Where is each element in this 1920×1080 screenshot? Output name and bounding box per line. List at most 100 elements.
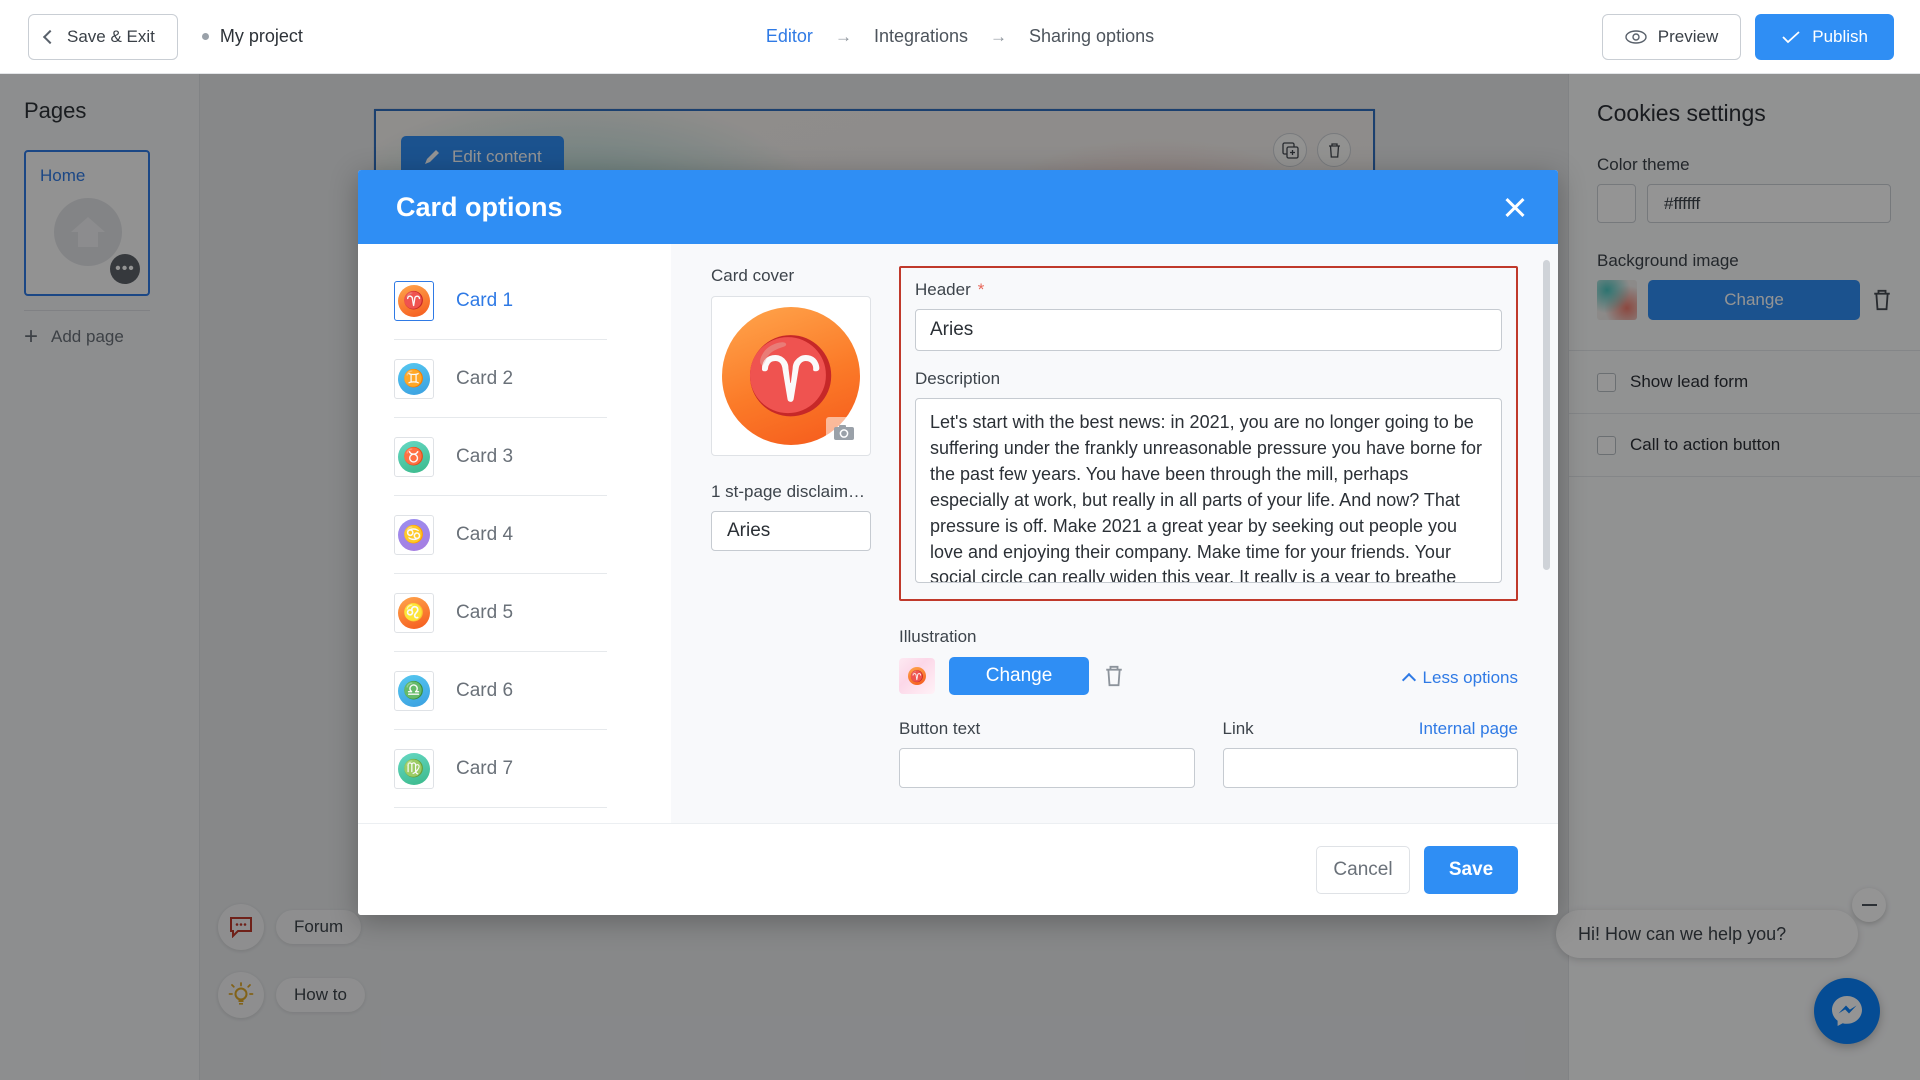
- illustration-change-button[interactable]: Change: [949, 657, 1089, 695]
- save-and-exit-button[interactable]: Save & Exit: [28, 13, 178, 60]
- card-list-item-8[interactable]: ♏ Card 8: [394, 808, 643, 823]
- panel-title: Cookies settings: [1597, 100, 1766, 126]
- top-bar: Save & Exit My project Editor → Integrat…: [0, 0, 1920, 74]
- color-swatch[interactable]: [1597, 184, 1636, 223]
- breadcrumb-arrow-icon: →: [990, 26, 1007, 46]
- illustration-label: Illustration: [899, 627, 977, 646]
- preview-button[interactable]: Preview: [1601, 14, 1742, 60]
- breadcrumb-arrow-icon: →: [834, 26, 852, 46]
- card-options-modal: Card options ♈ Card 1 ♊ Card 2 ♉ Card 3 …: [358, 170, 1558, 915]
- zodiac-icon: ♍: [398, 752, 430, 785]
- plus-icon: +: [24, 323, 39, 351]
- checkbox-icon: [1597, 435, 1616, 455]
- illustration-row: ♈ Change Less options: [899, 657, 1518, 695]
- card-cover-label: Card cover: [711, 266, 795, 285]
- breadcrumb-item-sharing-options[interactable]: Sharing options: [1029, 26, 1154, 47]
- button-text-input[interactable]: [899, 748, 1195, 788]
- card-list: ♈ Card 1 ♊ Card 2 ♉ Card 3 ♋ Card 4 ♌ Ca…: [394, 244, 643, 823]
- delete-illustration-icon[interactable]: [1103, 664, 1125, 688]
- how-to-icon-wrap[interactable]: [218, 972, 264, 1018]
- how-to-label[interactable]: How to: [276, 978, 365, 1012]
- project-name[interactable]: My project: [201, 26, 303, 47]
- header-description-group: Header * Aries Description Let's start w…: [899, 266, 1518, 601]
- call-to-action-label: Call to action button: [1630, 435, 1781, 454]
- card-list-item-1[interactable]: ♈ Card 1: [394, 262, 643, 339]
- zodiac-icon: ♎: [398, 674, 430, 707]
- button-link-row: Button text Link Internal page: [899, 719, 1518, 788]
- breadcrumb-item-editor[interactable]: Editor: [766, 26, 813, 47]
- show-lead-form-label: Show lead form: [1630, 372, 1749, 391]
- messenger-icon: [1832, 996, 1862, 1026]
- page-thumbnail-home[interactable]: Home •••: [24, 150, 150, 296]
- required-asterisk: *: [977, 280, 985, 299]
- form-scrollbar[interactable]: [1543, 260, 1550, 570]
- forum-label[interactable]: Forum: [276, 910, 362, 944]
- card-list-item-label: Card 6: [456, 679, 514, 701]
- zodiac-icon: ♉: [398, 440, 430, 473]
- delete-icon[interactable]: [1317, 133, 1351, 167]
- card-cover-column: Card cover ♈ 1 st-page disclaim… Aries: [711, 266, 871, 823]
- pencil-icon: [425, 150, 439, 164]
- forum-button[interactable]: Forum: [218, 904, 365, 950]
- link-input[interactable]: [1222, 748, 1518, 788]
- illustration-thumbnail[interactable]: ♈: [899, 658, 935, 694]
- card-list-item-5[interactable]: ♌ Card 5: [394, 574, 643, 651]
- messenger-fab-button[interactable]: [1814, 978, 1880, 1044]
- add-page-button[interactable]: + Add page: [24, 323, 199, 351]
- cancel-button[interactable]: Cancel: [1316, 845, 1410, 894]
- card-list-item-4[interactable]: ♋ Card 4: [394, 496, 643, 573]
- save-button[interactable]: Save: [1424, 845, 1518, 894]
- background-image-thumbnail[interactable]: [1597, 280, 1637, 320]
- description-textarea[interactable]: Let's start with the best news: in 2021,…: [915, 398, 1502, 583]
- duplicate-icon[interactable]: [1273, 133, 1307, 167]
- modal-body: ♈ Card 1 ♊ Card 2 ♉ Card 3 ♋ Card 4 ♌ Ca…: [358, 244, 1558, 823]
- header-label-text: Header: [915, 280, 971, 299]
- zodiac-icon: ♈: [398, 284, 430, 317]
- less-options-toggle[interactable]: Less options: [1401, 668, 1518, 688]
- card-list-item-3[interactable]: ♉ Card 3: [394, 418, 643, 495]
- delete-background-icon[interactable]: [1871, 288, 1893, 312]
- messenger-minimize-button[interactable]: [1852, 888, 1886, 922]
- camera-icon[interactable]: [826, 417, 862, 447]
- link-group: Link Internal page: [1222, 719, 1518, 788]
- card-cover-preview[interactable]: ♈: [711, 296, 871, 456]
- breadcrumb-item-integrations[interactable]: Integrations: [874, 26, 968, 47]
- publish-button[interactable]: Publish: [1755, 14, 1894, 60]
- card-list-item-label: Card 5: [456, 601, 514, 623]
- card-list-item-6[interactable]: ♎ Card 6: [394, 652, 643, 729]
- card-thumbnail: ♎: [394, 670, 434, 711]
- card-thumbnail: ♍: [394, 748, 434, 789]
- show-lead-form-toggle[interactable]: Show lead form: [1569, 351, 1920, 413]
- page-menu-button[interactable]: •••: [110, 254, 140, 284]
- card-thumbnail: ♉: [394, 436, 434, 477]
- messenger-greeting: Hi! How can we help you?: [1556, 910, 1858, 958]
- disclaimer-label: 1 st-page disclaim…: [711, 482, 866, 501]
- card-list-item-7[interactable]: ♍ Card 7: [394, 730, 643, 807]
- checkbox-icon: [1597, 372, 1616, 392]
- less-options-label: Less options: [1422, 668, 1518, 687]
- forum-icon-wrap[interactable]: [218, 904, 264, 950]
- button-text-head: Button text: [899, 719, 1195, 739]
- call-to-action-toggle[interactable]: Call to action button: [1569, 414, 1920, 476]
- card-thumbnail: ♊: [394, 358, 434, 399]
- sidebar-divider: [24, 310, 150, 311]
- disclaimer-input[interactable]: Aries: [711, 511, 871, 551]
- color-hex-input[interactable]: #ffffff: [1647, 184, 1891, 223]
- zodiac-icon: ♊: [398, 362, 430, 395]
- internal-page-link[interactable]: Internal page: [1419, 719, 1518, 739]
- color-theme-label: Color theme: [1597, 155, 1690, 174]
- modal-footer: Cancel Save: [358, 823, 1558, 915]
- pages-sidebar: Pages Home ••• + Add page: [0, 74, 200, 1080]
- close-icon[interactable]: [1500, 192, 1530, 222]
- hero-tools: [1273, 133, 1351, 167]
- eye-icon: [1625, 30, 1647, 44]
- how-to-button[interactable]: How to: [218, 972, 365, 1018]
- card-list-item-2[interactable]: ♊ Card 2: [394, 340, 643, 417]
- project-name-label: My project: [219, 26, 303, 46]
- header-input[interactable]: Aries: [915, 309, 1502, 351]
- card-thumbnail: ♋: [394, 514, 434, 555]
- home-icon: [54, 198, 122, 266]
- background-change-button[interactable]: Change: [1648, 280, 1860, 320]
- card-thumbnail: ♌: [394, 592, 434, 633]
- background-image-label: Background image: [1597, 251, 1739, 270]
